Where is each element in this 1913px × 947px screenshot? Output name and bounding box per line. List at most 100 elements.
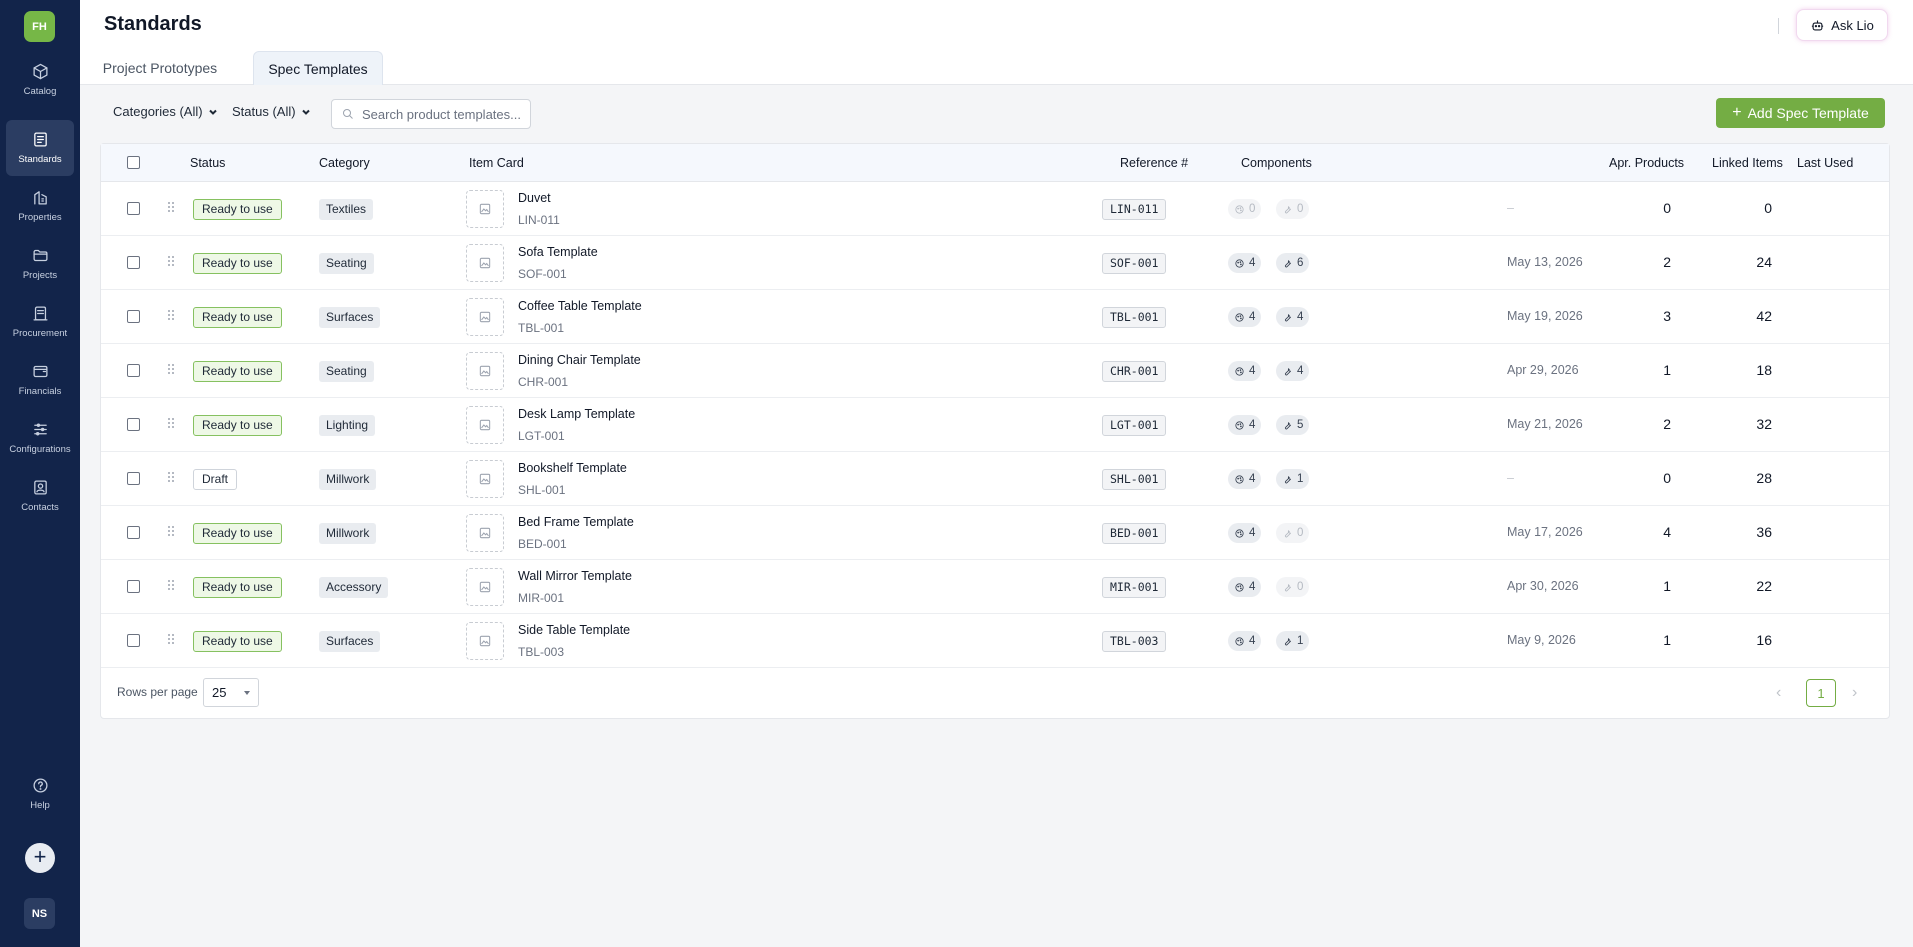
- column-header-components[interactable]: Components: [1241, 156, 1312, 170]
- avatar[interactable]: NS: [24, 898, 55, 929]
- item-name[interactable]: Bed Frame Template: [518, 515, 634, 529]
- table-footer: Rows per page 25 ‹ 1 ›: [101, 666, 1889, 718]
- finishes-count: 4: [1249, 419, 1256, 431]
- sidebar-item-standards[interactable]: Standards: [6, 120, 74, 176]
- item-name[interactable]: Wall Mirror Template: [518, 569, 632, 583]
- row-checkbox[interactable]: [127, 256, 140, 269]
- column-header-linked-items[interactable]: Linked Items: [1712, 156, 1783, 170]
- hardware-count-chip: 0: [1276, 523, 1310, 543]
- next-page-button[interactable]: ›: [1852, 684, 1857, 702]
- item-name[interactable]: Coffee Table Template: [518, 299, 642, 313]
- column-header-apr-products[interactable]: Apr. Products: [1609, 156, 1684, 170]
- drag-handle-icon[interactable]: [168, 418, 176, 430]
- column-header-category[interactable]: Category: [319, 156, 370, 170]
- item-name[interactable]: Desk Lamp Template: [518, 407, 635, 421]
- help-icon: [32, 778, 48, 793]
- table-row[interactable]: Ready to use Textiles Duvet LIN-011 LIN-011 0…: [101, 182, 1889, 236]
- linked-items-count: 18: [1756, 362, 1772, 378]
- status-filter[interactable]: Status (All): [232, 104, 311, 119]
- hardware-count: 4: [1297, 311, 1304, 323]
- sidebar-item-contacts[interactable]: Contacts: [6, 468, 74, 524]
- drag-handle-icon[interactable]: [168, 472, 176, 484]
- column-header-item-card[interactable]: Item Card: [469, 156, 524, 170]
- palette-icon: [1234, 312, 1245, 323]
- table-row[interactable]: Ready to use Surfaces Coffee Table Templat…: [101, 290, 1889, 344]
- row-checkbox[interactable]: [127, 580, 140, 593]
- sidebar-item-configurations[interactable]: Configurations: [6, 410, 74, 466]
- sidebar-item-properties[interactable]: Properties: [6, 178, 74, 234]
- org-badge[interactable]: FH: [24, 11, 55, 42]
- column-header-status[interactable]: Status: [190, 156, 225, 170]
- sidebar-item-label: Financials: [18, 386, 62, 397]
- linked-items-count: 24: [1756, 254, 1772, 270]
- item-code: SOF-001: [518, 267, 567, 281]
- drag-handle-icon[interactable]: [168, 256, 176, 268]
- sidebar-item-financials[interactable]: Financials: [6, 352, 74, 408]
- add-spec-template-button[interactable]: + Add Spec Template: [1716, 98, 1885, 128]
- row-checkbox[interactable]: [127, 310, 140, 323]
- table-row[interactable]: Ready to use Accessory Wall Mirror Templat…: [101, 560, 1889, 614]
- tab-spec-templates[interactable]: Spec Templates: [253, 51, 383, 85]
- item-name[interactable]: Sofa Template: [518, 245, 598, 259]
- ask-lio-button[interactable]: Ask Lio: [1796, 9, 1888, 41]
- image-placeholder-icon: [466, 460, 504, 498]
- row-checkbox[interactable]: [127, 418, 140, 431]
- prev-page-button[interactable]: ‹: [1776, 684, 1781, 702]
- last-used-date: May 19, 2026: [1507, 309, 1583, 323]
- sidebar-item-help[interactable]: Help: [6, 766, 74, 822]
- hardware-count: 0: [1297, 527, 1304, 539]
- row-checkbox[interactable]: [127, 634, 140, 647]
- drag-handle-icon[interactable]: [168, 364, 176, 376]
- linked-items-count: 28: [1756, 470, 1772, 486]
- column-header-last-used[interactable]: Last Used: [1797, 156, 1853, 170]
- sidebar-item-catalog[interactable]: Catalog: [6, 52, 74, 108]
- last-used-date: –: [1507, 471, 1514, 485]
- page-number-button[interactable]: 1: [1806, 679, 1836, 707]
- sidebar: FH Catalog Standards Properties Projects…: [0, 0, 80, 947]
- reference-code: TBL-003: [1102, 631, 1167, 652]
- drag-handle-icon[interactable]: [168, 526, 176, 538]
- row-checkbox[interactable]: [127, 364, 140, 377]
- status-badge: Ready to use: [193, 523, 282, 544]
- page-header: Standards Ask Lio Project Prototypes Spe…: [80, 0, 1913, 85]
- chevron-down-icon: [301, 109, 310, 115]
- last-used-date: –: [1507, 201, 1514, 215]
- item-name[interactable]: Side Table Template: [518, 623, 630, 637]
- search-input[interactable]: [362, 106, 522, 122]
- row-checkbox[interactable]: [127, 202, 140, 215]
- robot-icon: [1812, 20, 1824, 30]
- table-row[interactable]: Ready to use Seating Sofa Template SOF-001 S…: [101, 236, 1889, 290]
- sidebar-item-projects[interactable]: Projects: [6, 236, 74, 292]
- drag-handle-icon[interactable]: [168, 202, 176, 214]
- column-header-reference[interactable]: Reference #: [1120, 156, 1188, 170]
- finishes-count-chip: 4: [1228, 631, 1262, 651]
- categories-filter[interactable]: Categories (All): [113, 104, 218, 119]
- tab-project-prototypes[interactable]: Project Prototypes: [87, 51, 233, 85]
- select-all-checkbox[interactable]: [127, 156, 140, 169]
- table-row[interactable]: Draft Millwork Bookshelf Template SHL-001 SH…: [101, 452, 1889, 506]
- table-row[interactable]: Ready to use Lighting Desk Lamp Template LG…: [101, 398, 1889, 452]
- sidebar-item-procurement[interactable]: Procurement: [6, 294, 74, 350]
- row-checkbox[interactable]: [127, 526, 140, 539]
- row-checkbox[interactable]: [127, 472, 140, 485]
- rows-per-page-label: Rows per page: [117, 685, 198, 699]
- reference-code: SHL-001: [1102, 469, 1167, 490]
- table-row[interactable]: Ready to use Millwork Bed Frame Template BE…: [101, 506, 1889, 560]
- rows-per-page-value: 25: [212, 685, 227, 700]
- sliders-icon: [33, 423, 47, 436]
- add-button[interactable]: +: [25, 843, 55, 873]
- item-name[interactable]: Bookshelf Template: [518, 461, 627, 475]
- drag-handle-icon[interactable]: [168, 580, 176, 592]
- drag-handle-icon[interactable]: [168, 310, 176, 322]
- table-row[interactable]: Ready to use Surfaces Side Table Template T…: [101, 614, 1889, 668]
- drag-handle-icon[interactable]: [168, 634, 176, 646]
- sidebar-item-label: Properties: [18, 212, 62, 223]
- chevron-down-icon: [208, 109, 217, 115]
- item-name[interactable]: Duvet: [518, 191, 551, 205]
- table-row[interactable]: Ready to use Seating Dining Chair Template…: [101, 344, 1889, 398]
- finishes-count-chip: 4: [1228, 415, 1262, 435]
- category-tag: Surfaces: [319, 307, 381, 328]
- page-title: Standards: [104, 13, 202, 35]
- rows-per-page-select[interactable]: 25: [203, 678, 259, 707]
- item-name[interactable]: Dining Chair Template: [518, 353, 641, 367]
